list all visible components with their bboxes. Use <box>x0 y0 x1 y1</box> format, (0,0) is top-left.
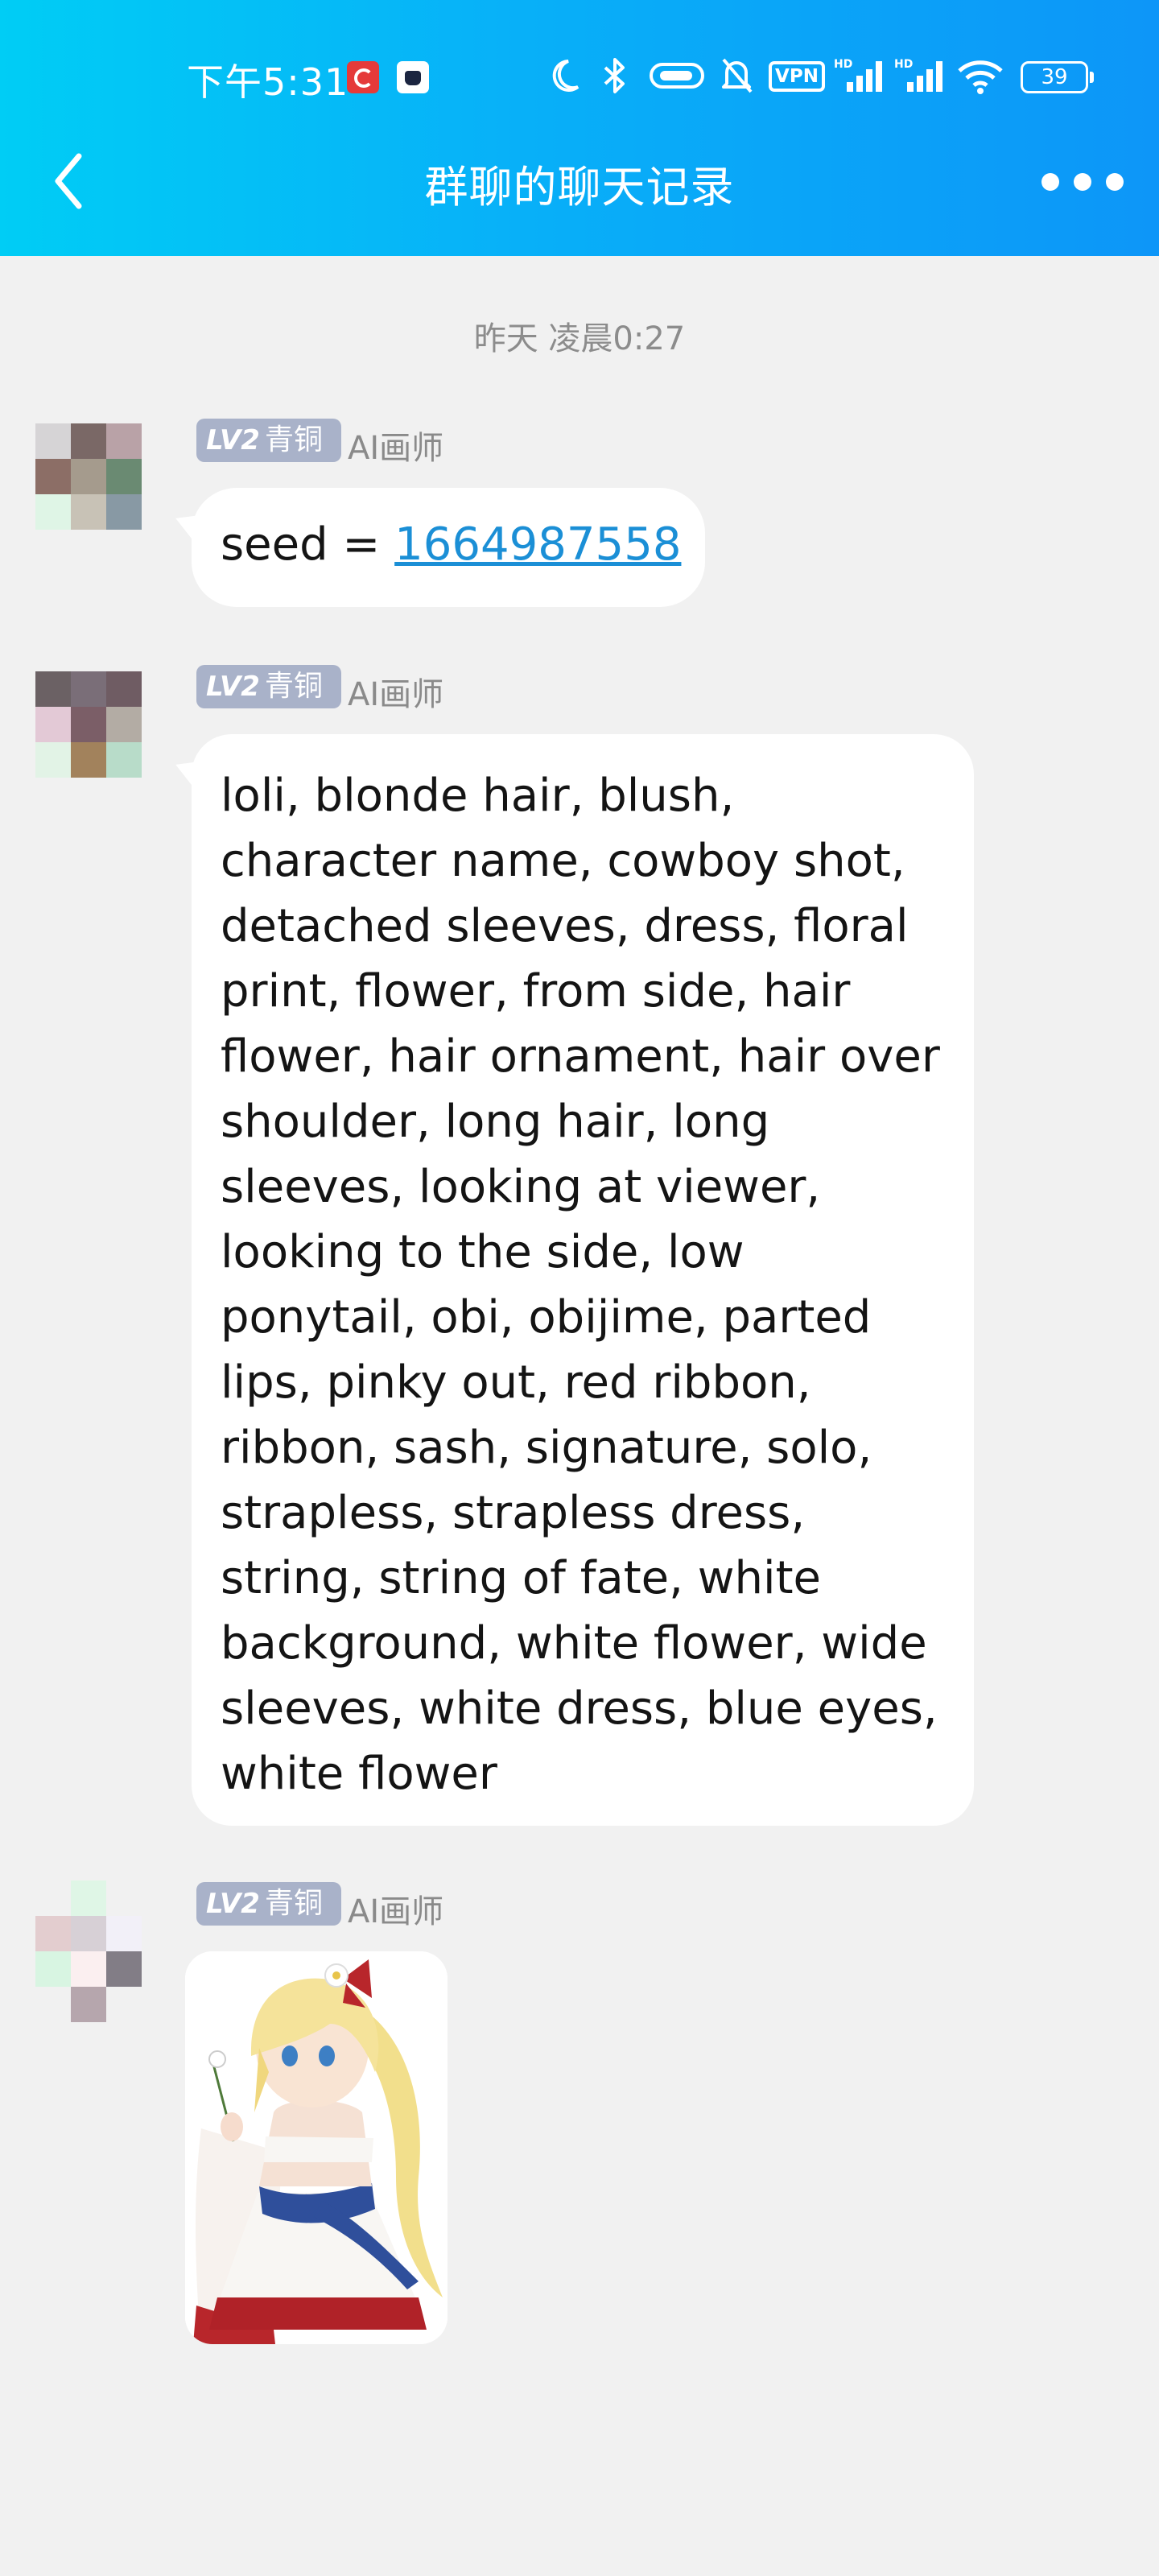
avatar[interactable] <box>35 671 142 778</box>
avatar[interactable] <box>35 423 142 530</box>
wifi-icon <box>958 60 1003 94</box>
hd-signal-icon: HD <box>894 58 942 92</box>
sender-name[interactable]: AI画师 <box>348 1885 443 1932</box>
prompt-text: loli, blonde hair, blush, character name… <box>221 770 940 1800</box>
level-badge: LV2 青铜 <box>196 665 341 708</box>
bluetooth-icon <box>604 58 625 93</box>
seed-link[interactable]: 1664987558 <box>394 518 681 571</box>
status-time: 下午5:31 <box>187 60 349 104</box>
level-name: 青铜 <box>264 423 323 456</box>
level-name: 青铜 <box>264 1887 323 1920</box>
chat-timestamp: 昨天 凌晨0:27 <box>473 320 686 357</box>
level-badge: LV2 青铜 <box>196 419 341 462</box>
status-bar: 下午5:31 VPN HD HD 39 <box>0 47 1159 111</box>
sender-name[interactable]: AI画师 <box>348 668 443 715</box>
avatar[interactable] <box>35 1880 142 1987</box>
level-code: LV2 <box>206 424 260 456</box>
level-badge: LV2 青铜 <box>196 1882 341 1926</box>
mute-bell-icon <box>722 58 753 93</box>
page-title: 群聊的聊天记录 <box>424 162 735 213</box>
level-name: 青铜 <box>264 670 323 703</box>
vpn-icon: VPN <box>769 61 825 92</box>
anime-girl-illustration <box>185 1951 448 2344</box>
message-bubble[interactable]: loli, blonde hair, blush, character name… <box>192 734 974 1826</box>
battery-icon: 39 <box>1021 61 1094 93</box>
seed-label: seed = <box>221 518 395 571</box>
svg-text:HD: HD <box>834 58 852 71</box>
top-header-bar: 下午5:31 VPN HD HD 39 群聊的聊天记录 <box>0 0 1159 256</box>
sender-name[interactable]: AI画师 <box>348 422 443 469</box>
capsule-icon <box>650 63 704 89</box>
app-notification-icon <box>397 61 429 93</box>
level-code: LV2 <box>206 671 260 703</box>
avatar-fragment <box>35 1987 142 2022</box>
message-bubble[interactable]: seed = 1664987558 <box>192 488 705 607</box>
svg-text:HD: HD <box>894 58 913 71</box>
hd-signal-icon: HD <box>834 58 882 92</box>
navigation-bar: 群聊的聊天记录 <box>0 137 1159 229</box>
more-dots-icon[interactable] <box>1038 164 1127 201</box>
moon-icon <box>552 60 580 92</box>
netease-music-icon <box>347 61 379 93</box>
level-code: LV2 <box>206 1888 260 1920</box>
image-message[interactable] <box>185 1951 448 2344</box>
